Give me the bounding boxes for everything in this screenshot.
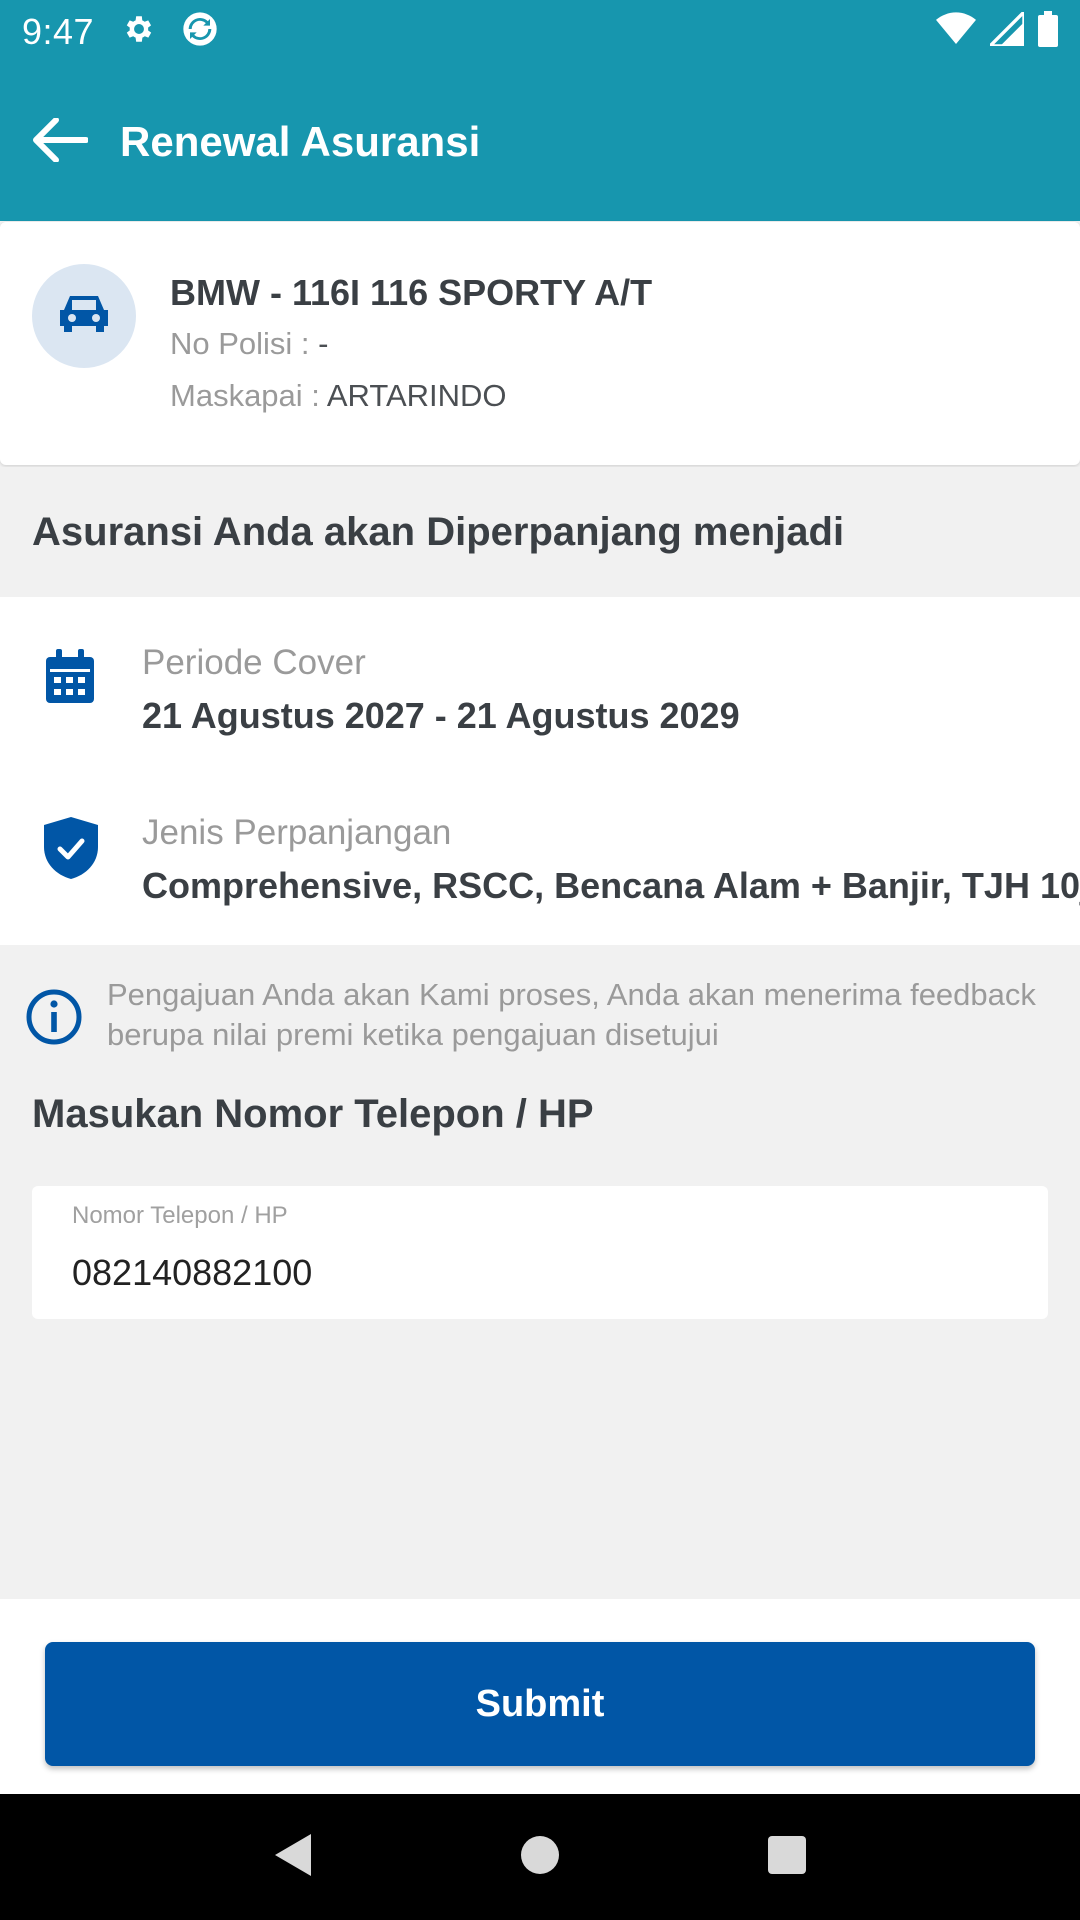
page-title: Renewal Asuransi xyxy=(120,118,481,165)
status-bar: 9:47 xyxy=(0,0,1080,63)
wifi-icon xyxy=(936,12,976,51)
vehicle-name: BMW - 116I 116 SPORTY A/T xyxy=(170,272,653,313)
battery-icon xyxy=(1038,11,1058,52)
section-header: Asuransi Anda akan Diperpanjang menjadi xyxy=(0,467,1080,597)
recents-square-icon[interactable] xyxy=(767,1835,807,1880)
home-circle-icon[interactable] xyxy=(520,1835,560,1880)
bottom-panel: Submit xyxy=(0,1599,1080,1794)
system-nav-bar xyxy=(0,1794,1080,1920)
status-time: 9:47 xyxy=(22,10,95,52)
policy-number: No Polisi : - xyxy=(170,326,329,362)
renewal-type-value: Comprehensive, RSCC, Bencana Alam + Banj… xyxy=(142,865,1080,906)
details-card: Periode Cover 21 Agustus 2027 - 21 Agust… xyxy=(0,597,1080,945)
insurer: Maskapai : ARTARINDO xyxy=(170,378,507,414)
avatar xyxy=(32,264,136,368)
sync-icon xyxy=(180,9,220,54)
info-text: Pengajuan Anda akan Kami proses, Anda ak… xyxy=(107,977,1036,1052)
back-triangle-icon[interactable] xyxy=(273,1832,313,1883)
phone-heading: Masukan Nomor Telepon / HP xyxy=(32,1092,594,1136)
phone-field-value[interactable]: 082140882100 xyxy=(72,1252,312,1294)
vehicle-card: BMW - 116I 116 SPORTY A/T No Polisi : - … xyxy=(0,222,1080,465)
calendar-icon xyxy=(44,649,96,710)
renewal-type-label: Jenis Perpanjangan xyxy=(142,813,452,852)
info-notice: Pengajuan Anda akan Kami proses, Anda ak… xyxy=(0,975,1080,1075)
period-value: 21 Agustus 2027 - 21 Agustus 2029 xyxy=(142,695,740,736)
insurer-label: Maskapai : xyxy=(170,378,327,413)
submit-button[interactable]: Submit xyxy=(45,1642,1035,1766)
car-icon xyxy=(54,290,114,343)
period-label: Periode Cover xyxy=(142,643,366,682)
phone-field[interactable]: Nomor Telepon / HP 082140882100 xyxy=(32,1186,1048,1319)
app-bar: Renewal Asuransi xyxy=(0,63,1080,221)
shield-check-icon xyxy=(44,817,98,884)
policy-label: No Polisi : xyxy=(170,326,319,361)
signal-icon xyxy=(985,7,1026,51)
policy-value: - xyxy=(318,326,329,361)
insurer-value: ARTARINDO xyxy=(326,378,507,413)
gear-icon xyxy=(122,12,156,51)
arrow-left-icon xyxy=(32,116,89,167)
info-icon xyxy=(26,989,82,1050)
phone-field-label: Nomor Telepon / HP xyxy=(72,1202,288,1229)
back-button[interactable] xyxy=(0,63,120,221)
